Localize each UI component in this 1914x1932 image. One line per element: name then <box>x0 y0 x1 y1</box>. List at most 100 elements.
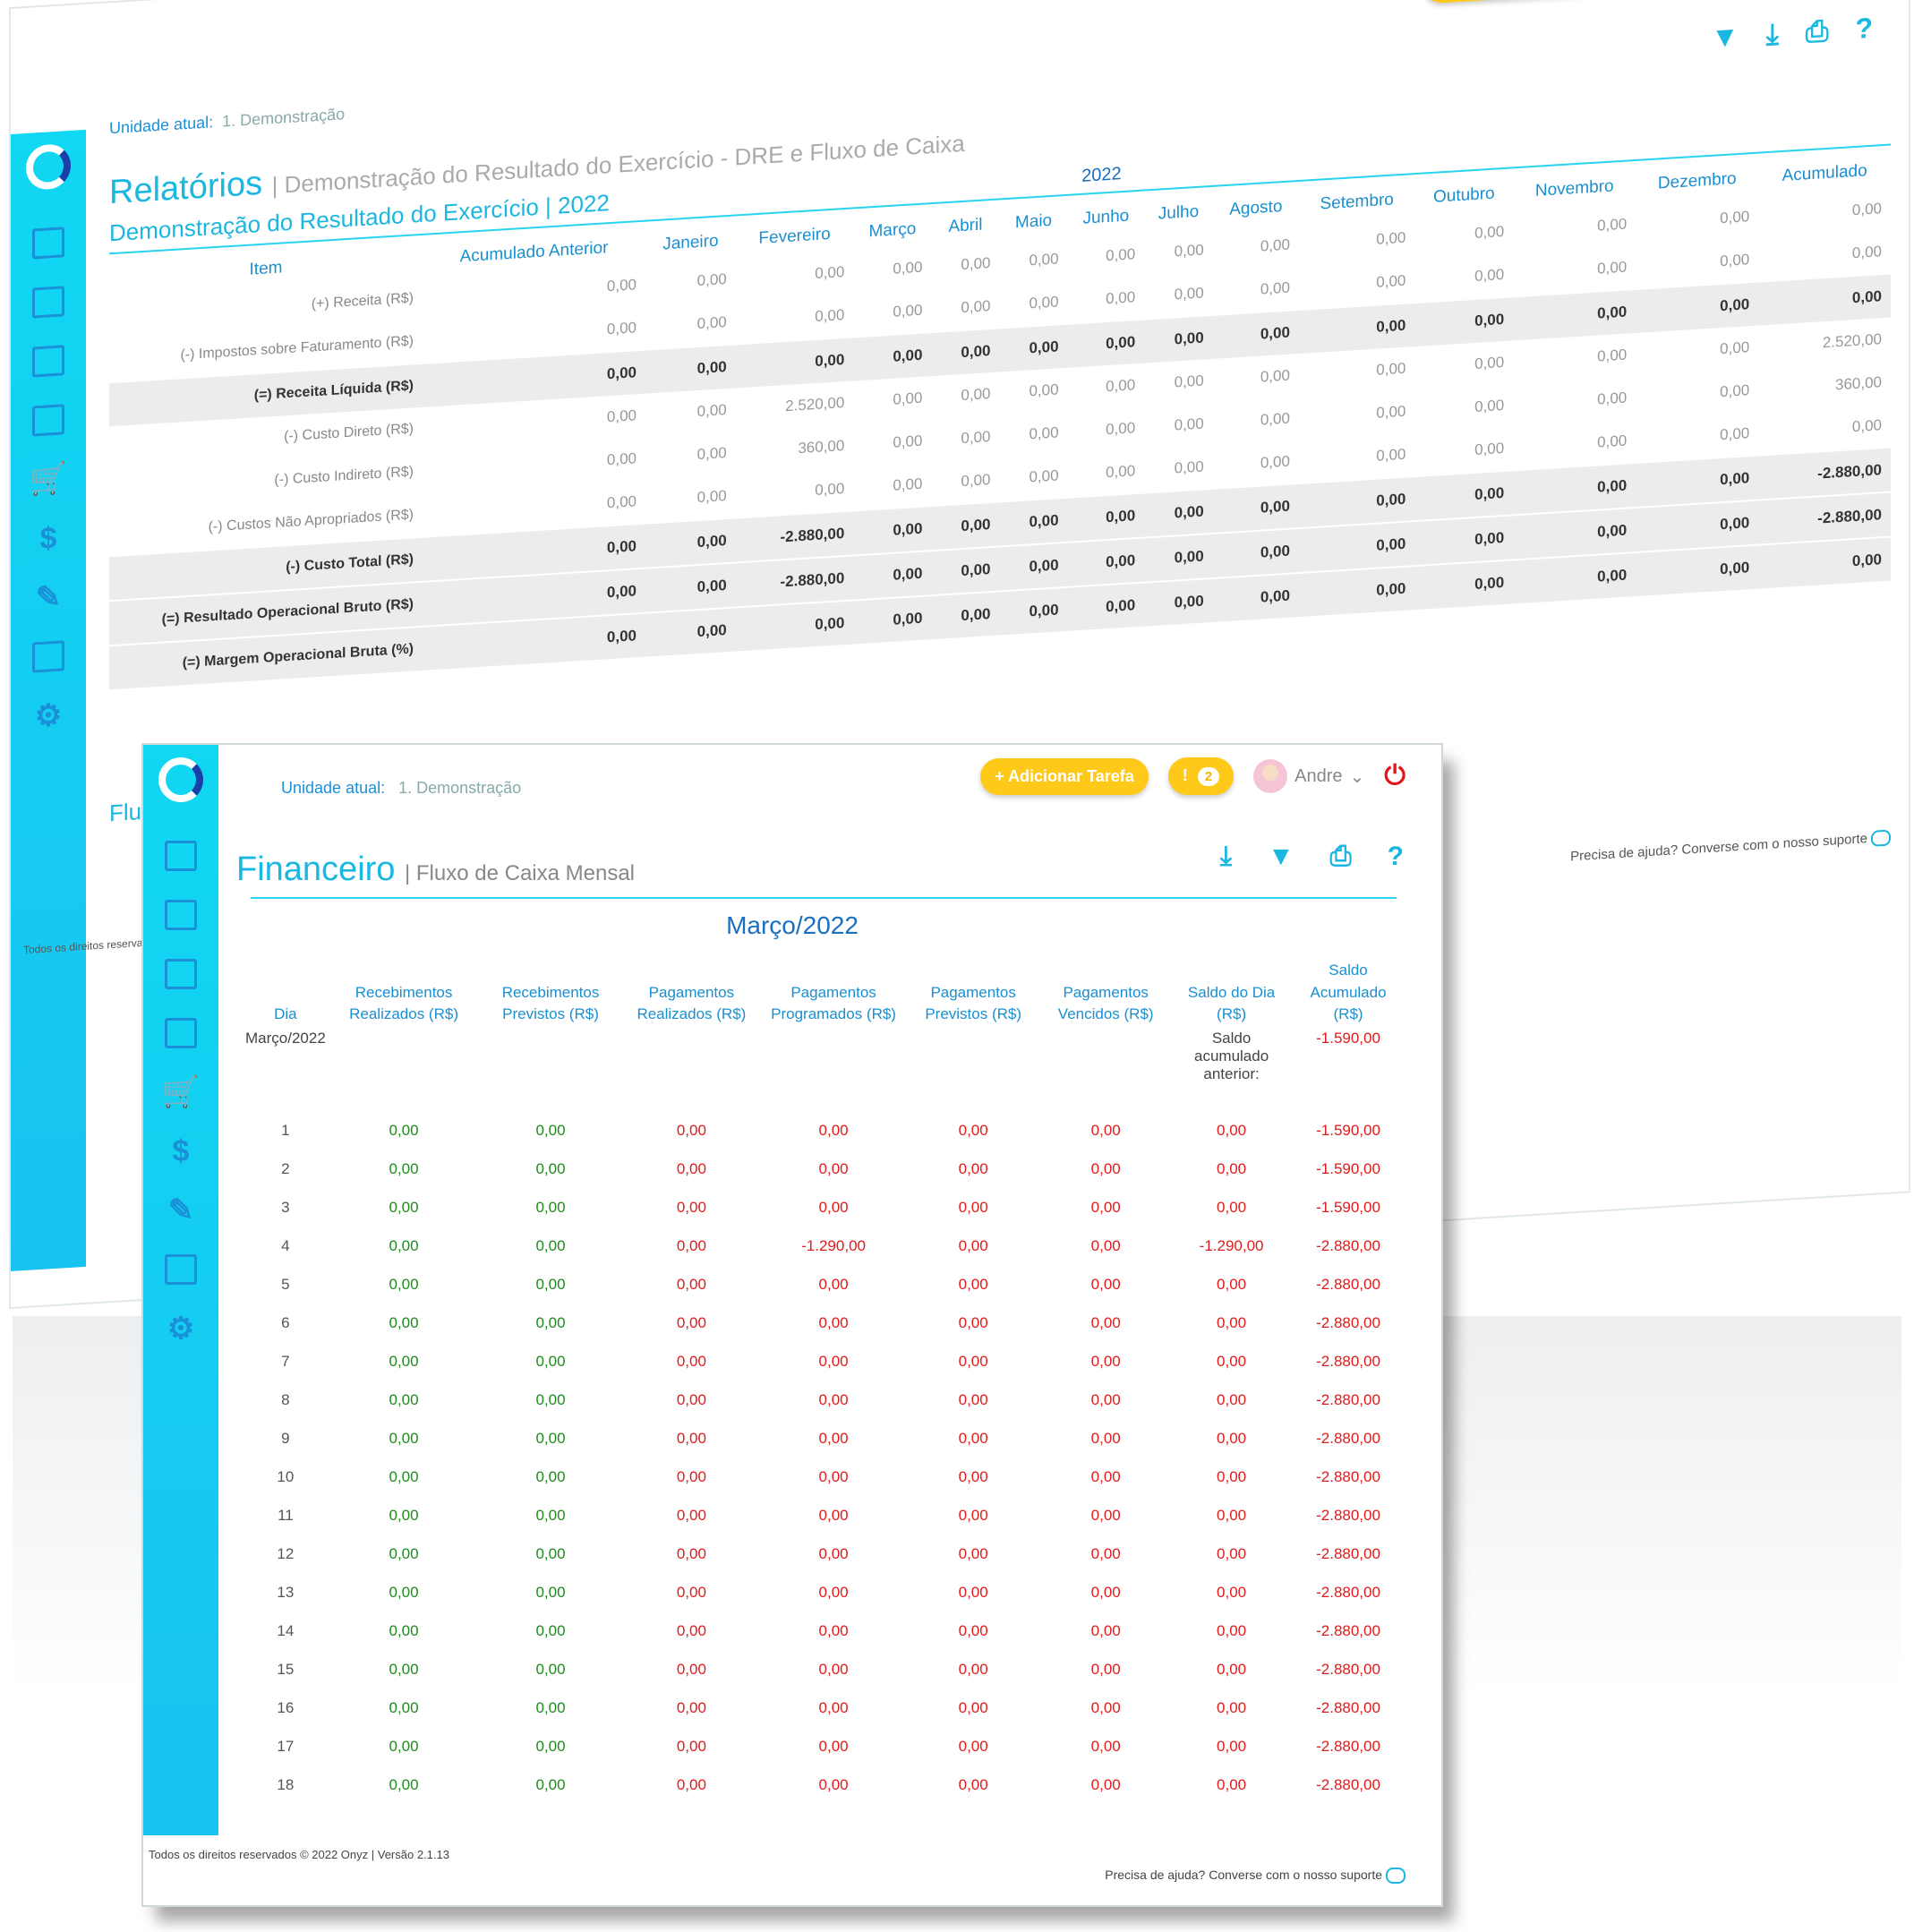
table-cell: 0,00 <box>696 444 727 464</box>
add-task-button[interactable]: + Adicionar Tarefa <box>1420 0 1615 4</box>
day-cell: 16 <box>277 1699 295 1717</box>
cart-icon[interactable]: 🛒 <box>30 460 67 498</box>
table-cell: 0,00 <box>1029 423 1059 443</box>
table-cell: 0,00 <box>1414 560 1514 611</box>
table-cell: 0,00 <box>1636 544 1759 596</box>
table-cell: 0,00 <box>389 1468 419 1486</box>
filter-icon[interactable]: ▼ <box>1268 842 1295 872</box>
table-cell: 0,00 <box>958 1468 988 1486</box>
month-title: Março/2022 <box>726 911 859 939</box>
table-cell: 0,00 <box>1217 1738 1247 1756</box>
column-header: Junho <box>1082 206 1130 228</box>
sidebar: 🛒 $ ✎ ⚙ <box>11 129 86 1272</box>
power-icon[interactable]: ⏻ <box>1384 761 1406 791</box>
day-cell: 5 <box>281 1276 290 1294</box>
table-cell: -2.880,00 <box>1758 447 1891 500</box>
documents-icon[interactable] <box>30 637 66 675</box>
unit-value[interactable]: 1. Demonstração <box>398 779 521 797</box>
table-cell: 0,00 <box>389 1584 419 1602</box>
calculator-icon[interactable] <box>163 956 199 992</box>
day-cell: 10 <box>277 1468 295 1486</box>
table-row: 16 0,00 0,00 0,00 0,00 0,00 0,00 0,00 -2.880,00 <box>242 1689 1406 1728</box>
table-cell: 0,00 <box>893 432 923 451</box>
table-cell: 0,00 <box>535 1122 566 1140</box>
column-header: Janeiro <box>662 231 719 254</box>
table-row: 4 0,00 0,00 0,00 -1.290,00 0,00 0,00 -1.290,00 -… <box>242 1227 1406 1266</box>
table-cell: 0,00 <box>1174 372 1204 391</box>
presentation-chart-icon[interactable] <box>163 838 199 874</box>
table-cell: 0,00 <box>1260 452 1290 472</box>
table-cell: 0,00 <box>1090 1699 1121 1717</box>
table-cell: 0,00 <box>961 471 991 491</box>
user-menu[interactable]: Andre ⌄ <box>1253 759 1364 793</box>
table-cell: 0,00 <box>1217 1122 1247 1140</box>
cart-icon[interactable]: 🛒 <box>162 1074 200 1110</box>
table-cell: 0,00 <box>815 480 845 500</box>
tag-icon[interactable]: ✎ <box>163 1193 199 1228</box>
support-link[interactable]: Precisa de ajuda? Converse com o nosso s… <box>1105 1868 1406 1885</box>
unit-value[interactable]: 1. Demonstração <box>222 105 345 130</box>
gear-icon[interactable]: ⚙ <box>30 697 66 734</box>
print-icon[interactable]: ⎙ <box>1330 842 1352 872</box>
empty-cell <box>907 1030 1039 1112</box>
table-cell: 0,00 <box>958 1699 988 1717</box>
dollar-icon[interactable]: $ <box>163 1133 199 1169</box>
column-header: Maio <box>1014 210 1053 233</box>
table-cell: 0,00 <box>389 1507 419 1525</box>
table-cell: 0,00 <box>1067 319 1145 368</box>
table-cell: -2.880,00 <box>1316 1661 1380 1679</box>
table-cell: 0,00 <box>1636 455 1759 508</box>
table-cell: 0,00 <box>818 1430 849 1448</box>
day-cell: 18 <box>277 1776 295 1794</box>
column-header: Saldo do Dia (R$) <box>1187 983 1276 1023</box>
table-cell: 0,00 <box>1298 521 1415 573</box>
table-cell: 0,00 <box>645 517 736 568</box>
table-cell: 0,00 <box>853 332 932 381</box>
chart-window-icon[interactable] <box>163 1015 199 1051</box>
column-header: Julho <box>1158 201 1200 224</box>
presentation-chart-icon[interactable] <box>30 224 66 261</box>
day-cell: 15 <box>277 1661 295 1679</box>
table-cell: 0,00 <box>1144 533 1213 583</box>
table-cell: 0,00 <box>389 1160 419 1178</box>
table-cell: 0,00 <box>1212 527 1299 578</box>
help-icon[interactable]: ? <box>1388 842 1404 872</box>
table-cell: 0,00 <box>818 1391 849 1409</box>
table-cell: -1.290,00 <box>801 1237 866 1255</box>
table-cell: 0,00 <box>1212 483 1299 534</box>
table-cell: 0,00 <box>1217 1276 1247 1294</box>
table-cell: 0,00 <box>389 1699 419 1717</box>
table-cell: 0,00 <box>958 1622 988 1640</box>
app-logo[interactable] <box>26 142 71 191</box>
table-cell: 0,00 <box>1414 296 1514 347</box>
column-header: Pagamentos Previstos (R$) <box>925 983 1022 1023</box>
table-cell: 0,00 <box>1106 288 1136 308</box>
table-cell: 0,00 <box>1217 1776 1247 1794</box>
table-row: 11 0,00 0,00 0,00 0,00 0,00 0,00 0,00 -2.880,00 <box>242 1497 1406 1535</box>
dollar-icon[interactable]: $ <box>30 519 66 557</box>
table-cell: -1.590,00 <box>1316 1199 1380 1217</box>
calculator-icon[interactable] <box>30 342 66 380</box>
download-icon[interactable]: ⤓ <box>1220 842 1232 872</box>
table-cell: -2.880,00 <box>1316 1776 1380 1794</box>
table-cell: 0,00 <box>1376 445 1406 465</box>
table-cell: 0,00 <box>958 1776 988 1794</box>
support-link[interactable]: Precisa de ajuda? Converse com o nosso s… <box>1570 829 1891 866</box>
gear-icon[interactable]: ⚙ <box>163 1311 199 1346</box>
chart-window-icon[interactable] <box>30 401 66 439</box>
table-cell: 0,00 <box>1090 1738 1121 1756</box>
table-cell: 0,00 <box>1217 1507 1247 1525</box>
table-cell: 0,00 <box>696 270 727 290</box>
monitor-check-icon[interactable] <box>30 283 66 321</box>
app-logo[interactable] <box>158 757 203 802</box>
alerts-button[interactable]: ! 2 <box>1167 757 1235 795</box>
documents-icon[interactable] <box>163 1252 199 1287</box>
table-cell: 0,00 <box>958 1160 988 1178</box>
table-cell: -2.880,00 <box>1316 1738 1380 1756</box>
table-cell: 0,00 <box>931 546 1000 596</box>
add-task-button[interactable]: + Adicionar Tarefa <box>980 757 1149 795</box>
table-cell: 0,00 <box>676 1468 706 1486</box>
table-cell: -2.880,00 <box>1316 1237 1380 1255</box>
table-cell: 0,00 <box>676 1507 706 1525</box>
tag-icon[interactable]: ✎ <box>30 578 66 616</box>
